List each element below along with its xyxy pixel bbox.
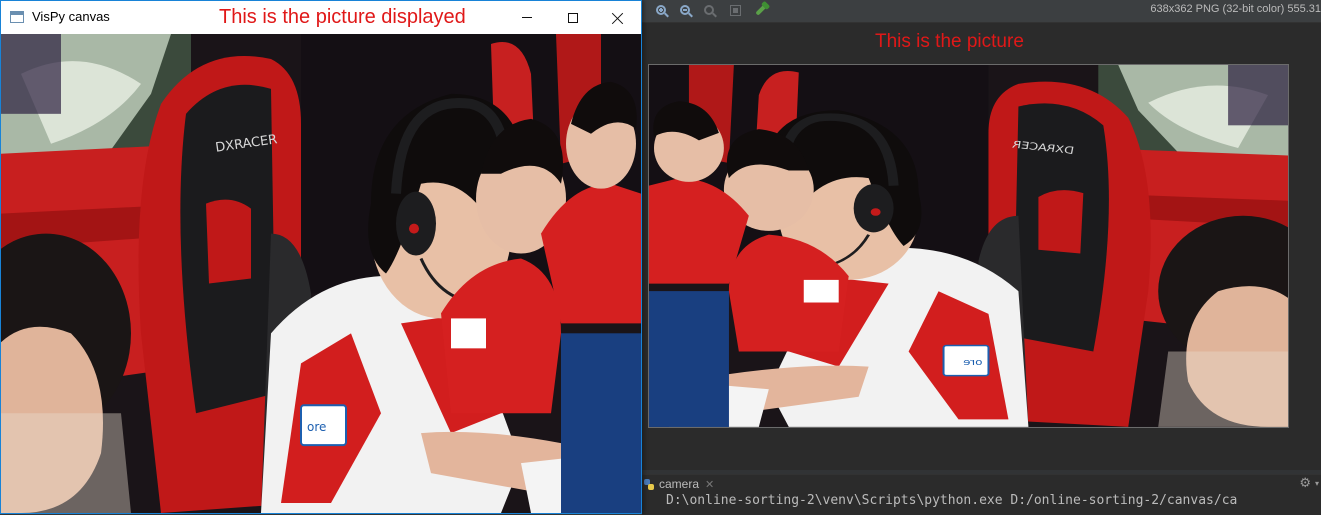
minimize-button[interactable]	[504, 1, 550, 34]
maximize-button[interactable]	[550, 1, 596, 34]
gear-icon[interactable]: ⚙	[1299, 476, 1311, 491]
zoom-out-icon[interactable]	[676, 1, 694, 19]
run-tab-camera[interactable]: camera ✕	[642, 475, 714, 493]
close-icon	[612, 12, 624, 24]
image-viewer-toolbar: 638x362 PNG (32-bit color) 555.31	[642, 0, 1321, 23]
original-picture	[648, 64, 1289, 428]
window-titlebar[interactable]: VisPy canvas This is the picture display…	[1, 1, 641, 34]
image-viewer-pane: 638x362 PNG (32-bit color) 555.31 This i…	[642, 0, 1321, 515]
run-tab-label: camera	[659, 477, 700, 491]
fit-frame-icon[interactable]	[726, 1, 744, 19]
actual-size-icon[interactable]	[700, 1, 718, 19]
color-picker-icon[interactable]	[752, 1, 770, 19]
console-output-line: D:\online-sorting-2\venv\Scripts\python.…	[666, 493, 1238, 508]
zoom-in-icon[interactable]	[652, 1, 670, 19]
minimize-icon	[522, 17, 532, 18]
window-title: VisPy canvas	[32, 9, 110, 24]
run-panel: camera ✕ ⚙ ▾ D:\online-sorting-2\venv\Sc…	[642, 474, 1321, 515]
python-icon	[644, 478, 654, 490]
close-button[interactable]	[595, 1, 641, 34]
chevron-down-icon[interactable]: ▾	[1315, 479, 1319, 488]
image-info-text: 638x362 PNG (32-bit color) 555.31	[1150, 3, 1321, 15]
maximize-icon	[568, 12, 578, 23]
image-viewer-caption: This is the picture	[875, 31, 1024, 52]
displayed-caption: This is the picture displayed	[219, 6, 466, 28]
app-window-icon	[10, 11, 24, 23]
close-tab-icon[interactable]: ✕	[705, 478, 714, 491]
vispy-canvas[interactable]	[1, 34, 641, 513]
vispy-window: VisPy canvas This is the picture display…	[0, 0, 642, 514]
